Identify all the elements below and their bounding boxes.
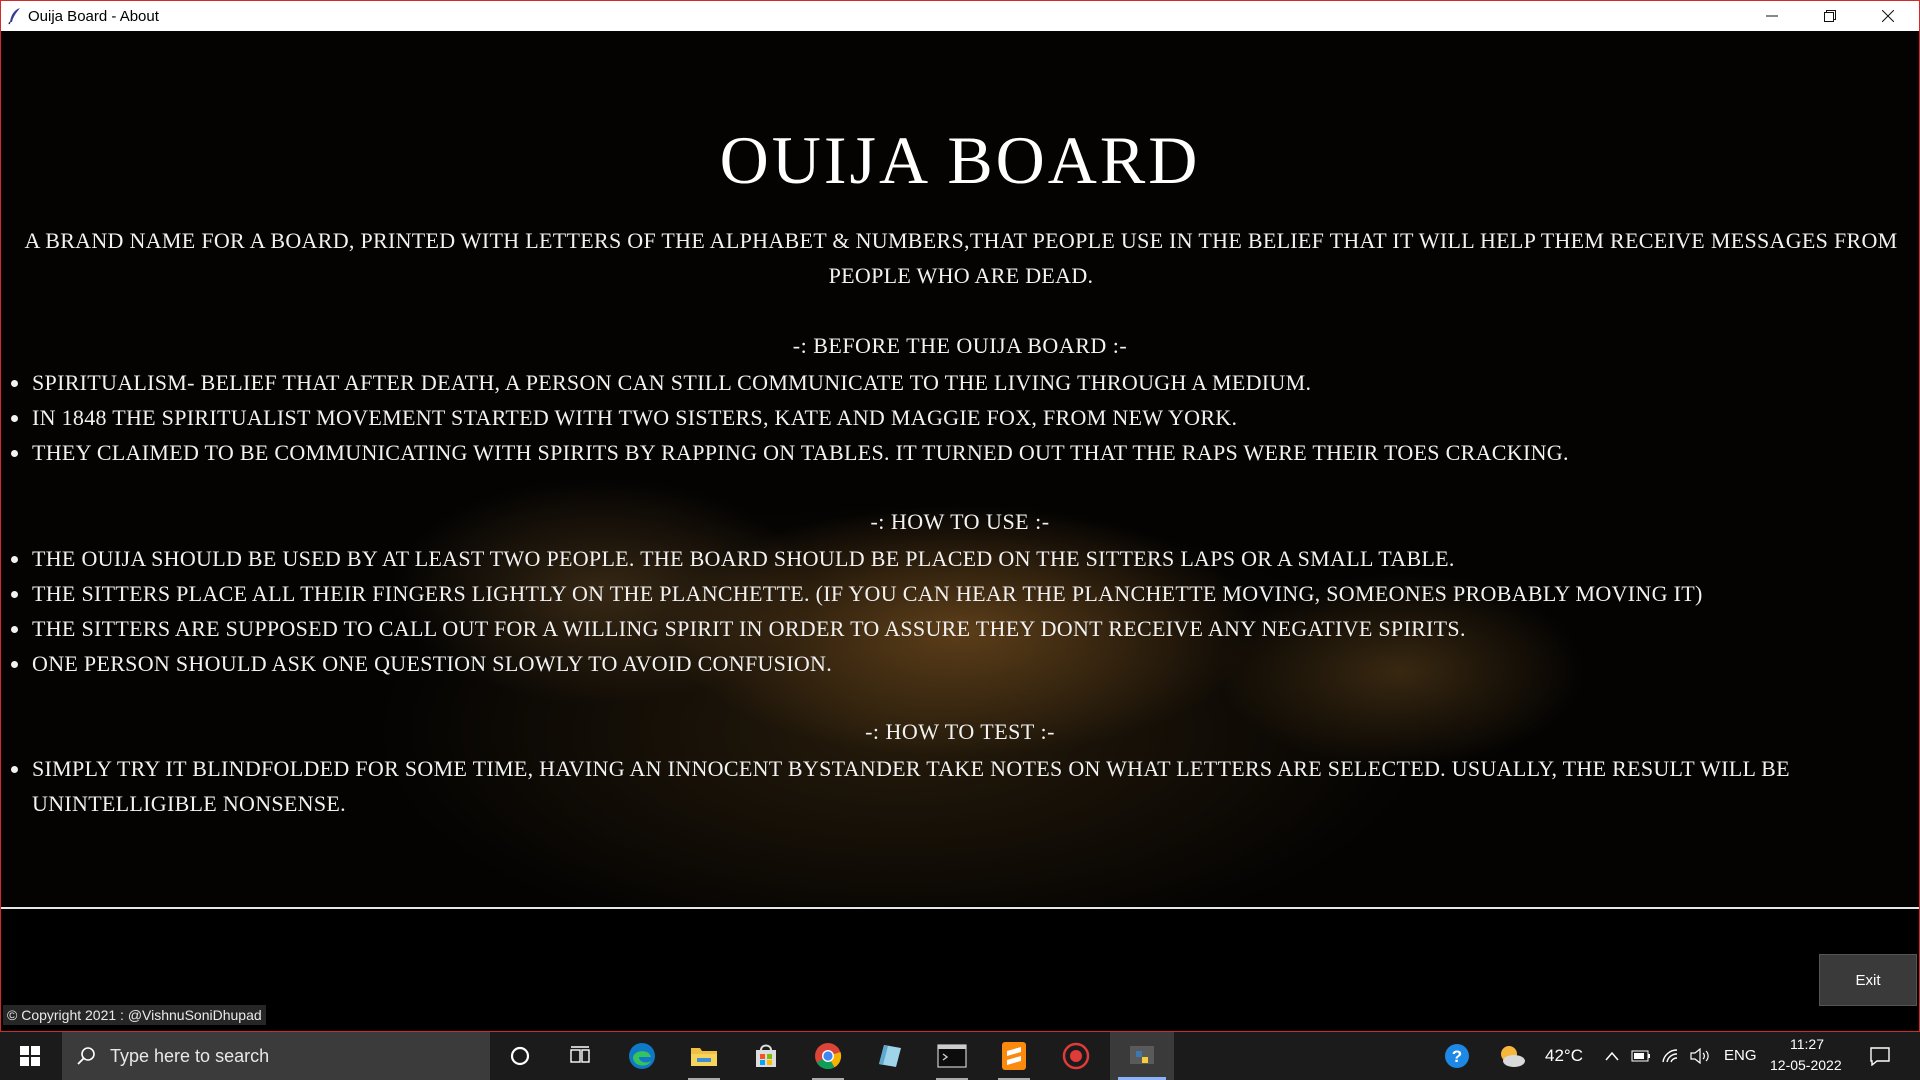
app-window: Ouija Board - About OUIJA BOARD A BRAND … (0, 0, 1920, 1032)
sublime-text-icon (1002, 1042, 1026, 1070)
notifications-button[interactable] (1856, 1032, 1904, 1080)
start-button[interactable] (0, 1032, 60, 1080)
recorder-icon (1062, 1042, 1090, 1070)
notification-icon (1870, 1047, 1890, 1066)
weather-temperature[interactable]: 42°C (1545, 1046, 1583, 1066)
list-item: SPIRITUALISM- BELIEF THAT AFTER DEATH, A… (11, 365, 1916, 400)
list-item: THE OUIJA SHOULD BE USED BY AT LEAST TWO… (11, 541, 1916, 576)
search-placeholder: Type here to search (110, 1045, 270, 1066)
volume-button[interactable] (1688, 1032, 1714, 1080)
weather-sun-cloud-icon (1501, 1046, 1525, 1067)
close-icon (1882, 10, 1894, 22)
list-item: THEY CLAIMED TO BE COMMUNICATING WITH SP… (11, 435, 1916, 470)
minimize-icon (1766, 15, 1778, 17)
section-heading-how-to-test: -: HOW TO TEST :- (865, 719, 1055, 744)
chevron-up-icon (1605, 1051, 1619, 1061)
section-heading-before: -: BEFORE THE OUIJA BOARD :- (792, 333, 1128, 358)
task-view-button[interactable] (550, 1032, 610, 1080)
restore-icon (1824, 10, 1836, 22)
store-icon (756, 1044, 776, 1067)
task-view-icon (570, 1046, 590, 1063)
store-button[interactable] (736, 1032, 796, 1080)
python-icon (1130, 1046, 1154, 1064)
show-hidden-icons-button[interactable] (1600, 1032, 1624, 1080)
battery-button[interactable] (1628, 1032, 1654, 1080)
window-title: Ouija Board - About (28, 8, 159, 25)
exit-button[interactable]: Exit (1819, 954, 1917, 1006)
help-button[interactable]: ? (1428, 1032, 1486, 1080)
sublime-text-button[interactable] (984, 1032, 1044, 1080)
file-explorer-icon (691, 1048, 717, 1066)
terminal-button[interactable] (922, 1032, 982, 1080)
restore-button[interactable] (1801, 1, 1859, 31)
feather-icon (8, 8, 20, 25)
taskbar: Type here to search ? 42°C ENG 11:27 12-… (0, 1032, 1920, 1080)
terminal-icon (937, 1044, 967, 1068)
search-icon (77, 1047, 95, 1065)
list-item: SIMPLY TRY IT BLINDFOLDED FOR SOME TIME,… (11, 751, 1916, 821)
windows-icon (20, 1046, 40, 1066)
wifi-icon (1662, 1049, 1678, 1063)
clock-time[interactable]: 11:27 (1790, 1036, 1824, 1052)
page-title: OUIJA BOARD (719, 122, 1201, 198)
weather-button[interactable] (1490, 1032, 1534, 1080)
list-item: ONE PERSON SHOULD ASK ONE QUESTION SLOWL… (11, 646, 1916, 681)
language-indicator[interactable]: ENG (1724, 1047, 1757, 1064)
edge-icon (629, 1043, 655, 1069)
wifi-button[interactable] (1658, 1032, 1684, 1080)
how-to-use-list: THE OUIJA SHOULD BE USED BY AT LEAST TWO… (1, 541, 1916, 681)
chrome-button[interactable] (798, 1032, 858, 1080)
section-heading-how-to-use: -: HOW TO USE :- (870, 509, 1050, 534)
title-bar[interactable]: Ouija Board - About (1, 1, 1919, 31)
python-button[interactable] (1110, 1032, 1174, 1080)
file-explorer-button[interactable] (674, 1032, 734, 1080)
battery-icon (1631, 1050, 1650, 1062)
notes-icon (879, 1045, 901, 1067)
copyright-label: © Copyright 2021 : @VishnuSoniDhupad (3, 1005, 266, 1025)
cortana-icon (510, 1046, 530, 1066)
cortana-button[interactable] (490, 1032, 550, 1080)
how-to-test-list: SIMPLY TRY IT BLINDFOLDED FOR SOME TIME,… (1, 751, 1916, 821)
footer-bar: Exit © Copyright 2021 : @VishnuSoniDhupa… (1, 909, 1919, 1031)
svg-text:?: ? (1452, 1047, 1462, 1066)
recorder-button[interactable] (1046, 1032, 1106, 1080)
list-item: THE SITTERS PLACE ALL THEIR FINGERS LIGH… (11, 576, 1916, 611)
close-button[interactable] (1859, 1, 1917, 31)
list-item: IN 1848 THE SPIRITUALIST MOVEMENT STARTE… (11, 400, 1916, 435)
speaker-icon (1690, 1048, 1709, 1064)
before-list: SPIRITUALISM- BELIEF THAT AFTER DEATH, A… (1, 365, 1916, 470)
taskbar-search[interactable]: Type here to search (62, 1032, 490, 1080)
list-item: THE SITTERS ARE SUPPOSED TO CALL OUT FOR… (11, 611, 1916, 646)
intro-paragraph: A BRAND NAME FOR A BOARD, PRINTED WITH L… (24, 228, 1898, 288)
clock-date[interactable]: 12-05-2022 (1770, 1057, 1842, 1073)
about-panel: OUIJA BOARD A BRAND NAME FOR A BOARD, PR… (1, 31, 1919, 906)
notes-button[interactable] (860, 1032, 920, 1080)
edge-button[interactable] (612, 1032, 672, 1080)
help-icon: ? (1445, 1044, 1469, 1068)
minimize-button[interactable] (1743, 1, 1801, 31)
chrome-icon (815, 1043, 842, 1070)
